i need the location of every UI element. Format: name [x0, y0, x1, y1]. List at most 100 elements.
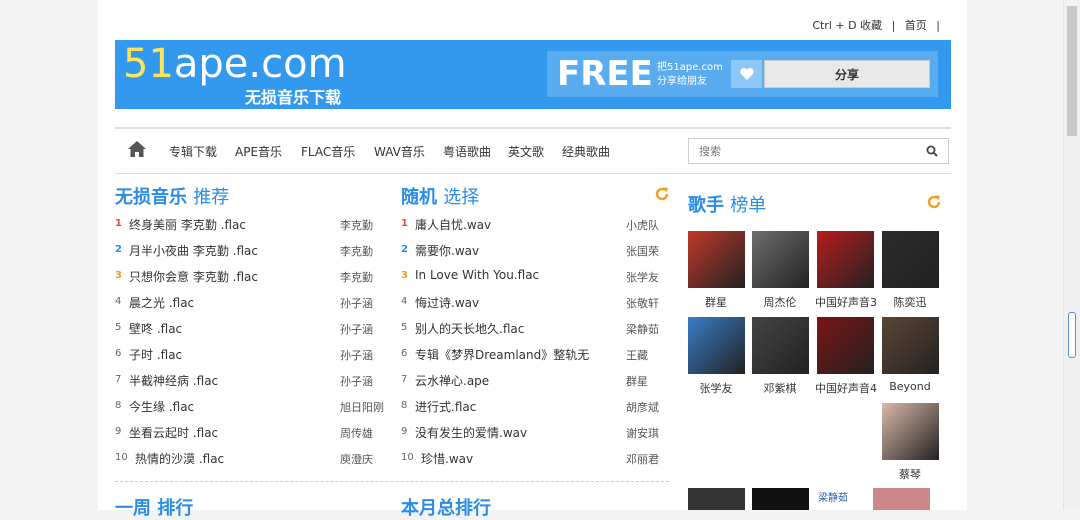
- singer-name[interactable]: 邓紫棋: [750, 380, 810, 396]
- song-title-link[interactable]: 子时 .flac: [129, 346, 336, 363]
- scrollbar[interactable]: [1063, 0, 1080, 510]
- list-item[interactable]: 5 壁咚 .flac 孙子涵: [115, 317, 385, 343]
- artist-link[interactable]: 张国荣: [626, 243, 659, 259]
- song-title-link[interactable]: 热情的沙漠 .flac: [135, 450, 342, 467]
- artist-link[interactable]: 王藏: [626, 347, 648, 363]
- singer-photo[interactable]: [687, 231, 745, 288]
- singer-name[interactable]: 中国好声音4: [815, 380, 877, 396]
- list-item[interactable]: 4 晨之光 .flac 孙子涵: [115, 291, 385, 317]
- artist-link[interactable]: 李克勤: [340, 269, 373, 285]
- song-title-link[interactable]: 只想你会意 李克勤 .flac: [129, 268, 336, 285]
- song-title-link[interactable]: 庸人自忧.wav: [415, 216, 622, 233]
- artist-link[interactable]: 谢安琪: [626, 425, 659, 441]
- list-item[interactable]: 6 专辑《梦界Dreamland》整轨无 王藏: [401, 343, 671, 369]
- singer-photo[interactable]: [687, 317, 745, 374]
- artist-link[interactable]: 孙子涵: [340, 347, 373, 363]
- singer-name[interactable]: 蔡琴: [880, 466, 940, 482]
- singer-card[interactable]: 陈奕迅: [880, 231, 940, 310]
- artist-link[interactable]: 孙子涵: [340, 321, 373, 337]
- singer-name[interactable]: 周杰伦: [750, 294, 810, 310]
- home-link[interactable]: 首页: [905, 19, 927, 32]
- nav-ape[interactable]: APE音乐: [235, 143, 282, 160]
- singer-photo[interactable]: [816, 231, 874, 288]
- list-item[interactable]: 10 珍惜.wav 邓丽君: [401, 447, 671, 473]
- nav-wav[interactable]: WAV音乐: [374, 143, 425, 160]
- nav-album[interactable]: 专辑下载: [169, 143, 217, 160]
- refresh-icon[interactable]: [654, 186, 670, 202]
- artist-link[interactable]: 群星: [626, 373, 648, 389]
- artist-link[interactable]: 张敬轩: [626, 295, 659, 311]
- song-title-link[interactable]: 半截神经病 .flac: [129, 372, 336, 389]
- share-button[interactable]: 分享: [764, 60, 930, 88]
- singer-card[interactable]: 中国好声音4: [815, 317, 877, 396]
- singer-card[interactable]: Beyond: [880, 317, 940, 393]
- artist-link[interactable]: 周传雄: [340, 425, 373, 441]
- list-item[interactable]: 7 云水禅心.ape 群星: [401, 369, 671, 395]
- song-title-link[interactable]: 云水禅心.ape: [415, 372, 622, 389]
- search-input[interactable]: [697, 139, 911, 163]
- singer-card[interactable]: 蔡琴: [880, 403, 940, 482]
- singer-photo[interactable]: [751, 317, 809, 374]
- list-item[interactable]: 4 悔过诗.wav 张敬轩: [401, 291, 671, 317]
- artist-link[interactable]: 梁静茹: [626, 321, 659, 337]
- singer-photo[interactable]: [881, 403, 939, 460]
- singer-name[interactable]: 张学友: [686, 380, 746, 396]
- list-item[interactable]: 2 月半小夜曲 李克勤 .flac 李克勤: [115, 239, 385, 265]
- bookmark-link[interactable]: Ctrl + D 收藏: [812, 19, 882, 32]
- singer-photo[interactable]: [873, 488, 930, 510]
- singer-card[interactable]: 中国好声音3: [815, 231, 877, 310]
- nav-classic[interactable]: 经典歌曲: [562, 143, 610, 160]
- artist-link[interactable]: 孙子涵: [340, 373, 373, 389]
- singer-name[interactable]: 群星: [686, 294, 746, 310]
- song-title-link[interactable]: 没有发生的爱情.wav: [415, 424, 622, 441]
- song-title-link[interactable]: 终身美丽 李克勤 .flac: [129, 216, 336, 233]
- list-item[interactable]: 5 别人的天长地久.flac 梁静茹: [401, 317, 671, 343]
- song-title-link[interactable]: 月半小夜曲 李克勤 .flac: [129, 242, 336, 259]
- list-item[interactable]: 6 子时 .flac 孙子涵: [115, 343, 385, 369]
- singer-photo[interactable]: [816, 317, 874, 374]
- singer-card[interactable]: 周杰伦: [750, 231, 810, 310]
- nav-flac[interactable]: FLAC音乐: [301, 143, 355, 160]
- artist-link[interactable]: 胡彦斌: [626, 399, 659, 415]
- singer-photo[interactable]: [752, 488, 809, 510]
- artist-link[interactable]: 旭日阳刚: [340, 399, 384, 415]
- artist-link[interactable]: 小虎队: [626, 217, 659, 233]
- singer-name[interactable]: 中国好声音3: [815, 294, 877, 310]
- singer-photo[interactable]: [881, 317, 939, 374]
- song-title-link[interactable]: 今生缘 .flac: [129, 398, 336, 415]
- list-item[interactable]: 7 半截神经病 .flac 孙子涵: [115, 369, 385, 395]
- song-title-link[interactable]: 悔过诗.wav: [415, 294, 622, 311]
- home-icon[interactable]: [127, 140, 147, 158]
- zoom-slider[interactable]: [1068, 312, 1076, 358]
- nav-cantonese[interactable]: 粤语歌曲: [443, 143, 491, 160]
- heart-icon[interactable]: [731, 60, 762, 88]
- list-item[interactable]: 10 热情的沙漠 .flac 庾澄庆: [115, 447, 385, 473]
- artist-link[interactable]: 邓丽君: [626, 451, 659, 467]
- artist-link[interactable]: 孙子涵: [340, 295, 373, 311]
- artist-link[interactable]: 李克勤: [340, 243, 373, 259]
- artist-link[interactable]: 张学友: [626, 269, 659, 285]
- list-item[interactable]: 3 In Love With You.flac 张学友: [401, 265, 671, 291]
- song-title-link[interactable]: 需要你.wav: [415, 242, 622, 259]
- song-title-link[interactable]: 进行式.flac: [415, 398, 622, 415]
- singer-photo[interactable]: [688, 488, 745, 510]
- song-title-link[interactable]: 别人的天长地久.flac: [415, 320, 622, 337]
- list-item[interactable]: 9 坐看云起时 .flac 周传雄: [115, 421, 385, 447]
- singer-card[interactable]: 张学友: [686, 317, 746, 396]
- song-title-link[interactable]: 珍惜.wav: [421, 450, 628, 467]
- singer-card[interactable]: 邓紫棋: [750, 317, 810, 396]
- artist-link[interactable]: 李克勤: [340, 217, 373, 233]
- list-item[interactable]: 8 今生缘 .flac 旭日阳刚: [115, 395, 385, 421]
- song-title-link[interactable]: 晨之光 .flac: [129, 294, 336, 311]
- song-title-link[interactable]: 专辑《梦界Dreamland》整轨无: [415, 346, 622, 363]
- refresh-icon[interactable]: [926, 194, 942, 210]
- broken-image-alt[interactable]: 梁静茹: [818, 489, 848, 504]
- site-logo[interactable]: 51ape.com: [123, 41, 347, 87]
- singer-name[interactable]: Beyond: [880, 380, 940, 393]
- search-icon[interactable]: [926, 145, 938, 157]
- nav-english[interactable]: 英文歌: [508, 143, 544, 160]
- singer-name[interactable]: 陈奕迅: [880, 294, 940, 310]
- list-item[interactable]: 8 进行式.flac 胡彦斌: [401, 395, 671, 421]
- singer-photo[interactable]: [881, 231, 939, 288]
- list-item[interactable]: 3 只想你会意 李克勤 .flac 李克勤: [115, 265, 385, 291]
